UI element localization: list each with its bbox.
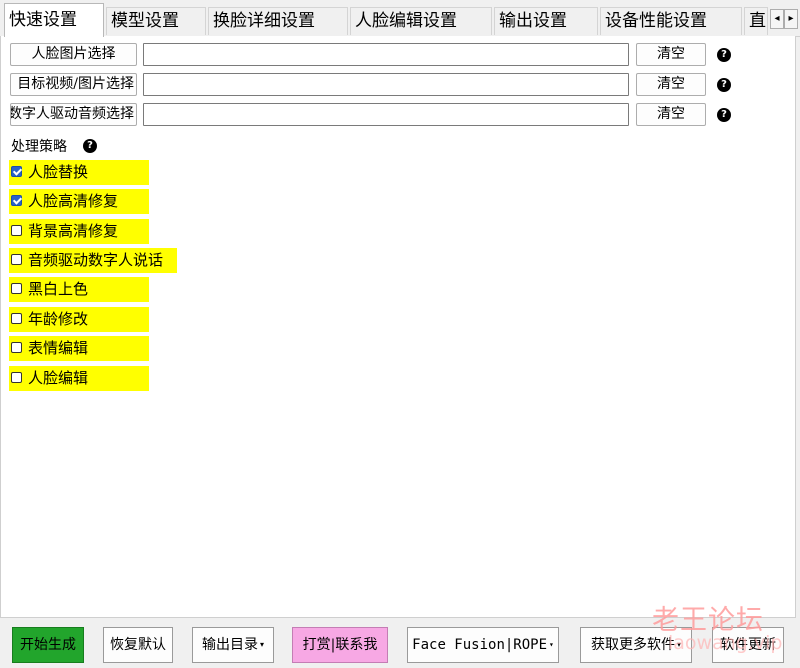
audio-help-icon[interactable]: ? [717, 108, 731, 122]
audio-path-field[interactable] [143, 103, 629, 126]
strategy-help-icon[interactable]: ? [83, 139, 97, 153]
reset-defaults-button[interactable]: 恢复默认 [103, 627, 173, 663]
tab-scroll-right-button[interactable]: ▸ [784, 9, 798, 29]
face-enhance-checkbox[interactable] [11, 195, 22, 206]
tab-quick-settings[interactable]: 快速设置 [4, 3, 104, 37]
face-swap-checkbox[interactable] [11, 166, 22, 177]
face-image-select-button[interactable]: 人脸图片选择 [10, 43, 137, 66]
tab-swap-detail-settings[interactable]: 换脸详细设置 [208, 7, 348, 35]
option-label: 音频驱动数字人说话 [28, 251, 164, 269]
face-edit-checkbox[interactable] [11, 372, 22, 383]
option-label: 年龄修改 [28, 310, 89, 328]
audio-driven-checkbox[interactable] [11, 254, 22, 265]
audio-clear-button[interactable]: 清空 [636, 103, 706, 126]
tab-face-edit-settings[interactable]: 人脸编辑设置 [350, 7, 492, 35]
target-media-clear-button[interactable]: 清空 [636, 73, 706, 96]
option-expression-edit[interactable]: 表情编辑 [9, 336, 149, 361]
strategy-label: 处理策略 [11, 139, 67, 155]
option-face-enhance[interactable]: 人脸高清修复 [9, 189, 149, 214]
option-colorize[interactable]: 黑白上色 [9, 277, 149, 302]
audio-select-label: 数字人驱动音频选择 [10, 106, 134, 122]
option-label: 人脸替换 [28, 163, 89, 181]
tab-live[interactable]: 直 [744, 7, 768, 35]
tab-output-settings[interactable]: 输出设置 [494, 7, 598, 35]
more-software-label: 获取更多软件 [590, 637, 675, 653]
option-background-enhance[interactable]: 背景高清修复 [9, 219, 149, 244]
engine-label: Face Fusion|ROPE [412, 637, 548, 653]
tab-device-settings[interactable]: 设备性能设置 [600, 7, 742, 35]
colorize-checkbox[interactable] [11, 283, 22, 294]
age-edit-checkbox[interactable] [11, 313, 22, 324]
tab-model-settings[interactable]: 模型设置 [106, 7, 206, 35]
expression-edit-checkbox[interactable] [11, 342, 22, 353]
chevron-down-icon: ▾ [676, 640, 681, 649]
option-label: 黑白上色 [28, 280, 89, 298]
chevron-down-icon: ▾ [259, 640, 264, 649]
output-dir-label: 输出目录 [201, 637, 258, 653]
option-face-edit[interactable]: 人脸编辑 [9, 366, 149, 391]
target-media-select-label: 目标视频/图片选择 [17, 76, 134, 92]
face-image-clear-button[interactable]: 清空 [636, 43, 706, 66]
software-update-button[interactable]: 软件更新 [712, 627, 784, 663]
more-software-dropdown[interactable]: 获取更多软件 ▾ [580, 627, 692, 663]
audio-select-button[interactable]: 数字人驱动音频选择 [10, 103, 137, 126]
donate-contact-button[interactable]: 打赏|联系我 [292, 627, 388, 663]
option-age-edit[interactable]: 年龄修改 [9, 307, 149, 332]
start-generate-button[interactable]: 开始生成 [12, 627, 84, 663]
option-label: 背景高清修复 [28, 222, 119, 240]
target-media-path-field[interactable] [143, 73, 629, 96]
target-media-select-button[interactable]: 目标视频/图片选择 [10, 73, 137, 96]
option-label: 人脸编辑 [28, 369, 89, 387]
option-label: 人脸高清修复 [28, 192, 119, 210]
target-media-help-icon[interactable]: ? [717, 78, 731, 92]
chevron-down-icon: ▾ [549, 640, 554, 649]
engine-dropdown[interactable]: Face Fusion|ROPE ▾ [407, 627, 559, 663]
option-label: 表情编辑 [28, 339, 89, 357]
tab-bar: 快速设置 模型设置 换脸详细设置 人脸编辑设置 输出设置 设备性能设置 直 ◂ … [0, 0, 800, 37]
option-face-swap[interactable]: 人脸替换 [9, 160, 149, 185]
output-dir-dropdown[interactable]: 输出目录 ▾ [192, 627, 274, 663]
tab-scroll-left-button[interactable]: ◂ [770, 9, 784, 29]
background-enhance-checkbox[interactable] [11, 225, 22, 236]
face-image-help-icon[interactable]: ? [717, 48, 731, 62]
face-image-path-field[interactable] [143, 43, 629, 66]
option-audio-driven-talking[interactable]: 音频驱动数字人说话 [9, 248, 177, 273]
